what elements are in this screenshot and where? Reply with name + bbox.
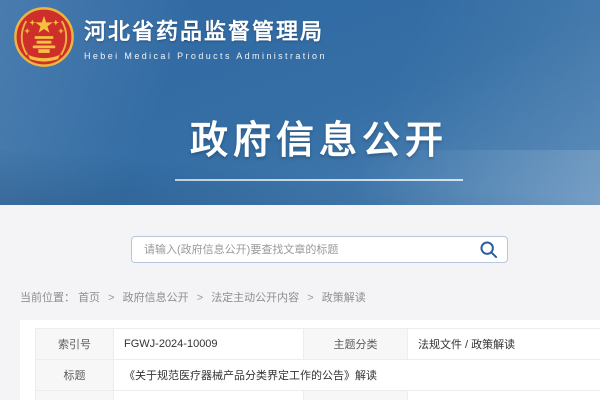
search-box [131, 236, 508, 263]
breadcrumb-separator: > [108, 292, 114, 304]
publish-date-label: 发布日期 [304, 391, 408, 400]
breadcrumb: 当前位置： 首页 > 政府信息公开 > 法定主动公开内容 > 政策解读 [20, 289, 366, 305]
issuing-department-value [114, 391, 304, 400]
breadcrumb-home[interactable]: 首页 [78, 292, 100, 304]
index-number-value: FGWJ-2024-10009 [114, 329, 304, 360]
publish-date-value: 2024-05-13 [408, 391, 600, 400]
site-name-english: Hebei Medical Products Administration [84, 51, 327, 61]
subject-category-value: 法规文件 / 政策解读 [408, 329, 600, 360]
banner-underline [175, 179, 463, 181]
banner: 政府信息公开 [0, 109, 600, 181]
page-title: 政府信息公开 [190, 109, 448, 164]
breadcrumb-label: 当前位置： [20, 292, 75, 304]
table-row: 索引号 FGWJ-2024-10009 主题分类 法规文件 / 政策解读 [36, 329, 600, 360]
subject-category-label: 主题分类 [304, 329, 408, 360]
issuing-department-label: 发文部门 [36, 391, 114, 400]
index-number-label: 索引号 [36, 329, 114, 360]
breadcrumb-statutory-content[interactable]: 法定主动公开内容 [211, 292, 299, 304]
site-name-block: 河北省药品监督管理局 Hebei Medical Products Admini… [84, 14, 327, 61]
search-button[interactable] [479, 240, 498, 259]
title-label: 标题 [36, 360, 114, 391]
national-emblem-icon [14, 7, 74, 67]
site-logo[interactable]: 河北省药品监督管理局 Hebei Medical Products Admini… [14, 7, 327, 67]
content-card: 索引号 FGWJ-2024-10009 主题分类 法规文件 / 政策解读 标题 … [20, 320, 600, 400]
table-row: 标题 《关于规范医疗器械产品分类界定工作的公告》解读 [36, 360, 600, 391]
breadcrumb-separator: > [197, 292, 203, 304]
breadcrumb-current-policy-interpretation: 政策解读 [322, 292, 366, 304]
search-icon [479, 240, 498, 259]
site-name: 河北省药品监督管理局 [84, 14, 327, 46]
page: 河北省药品监督管理局 Hebei Medical Products Admini… [0, 0, 600, 400]
title-value: 《关于规范医疗器械产品分类界定工作的公告》解读 [114, 360, 600, 391]
table-row: 发文部门 发布日期 2024-05-13 [36, 391, 600, 400]
breadcrumb-info-disclosure[interactable]: 政府信息公开 [123, 292, 189, 304]
search-input[interactable] [131, 236, 508, 263]
site-header: 河北省药品监督管理局 Hebei Medical Products Admini… [0, 0, 600, 205]
breadcrumb-separator: > [307, 292, 313, 304]
document-detail-table: 索引号 FGWJ-2024-10009 主题分类 法规文件 / 政策解读 标题 … [35, 328, 600, 400]
